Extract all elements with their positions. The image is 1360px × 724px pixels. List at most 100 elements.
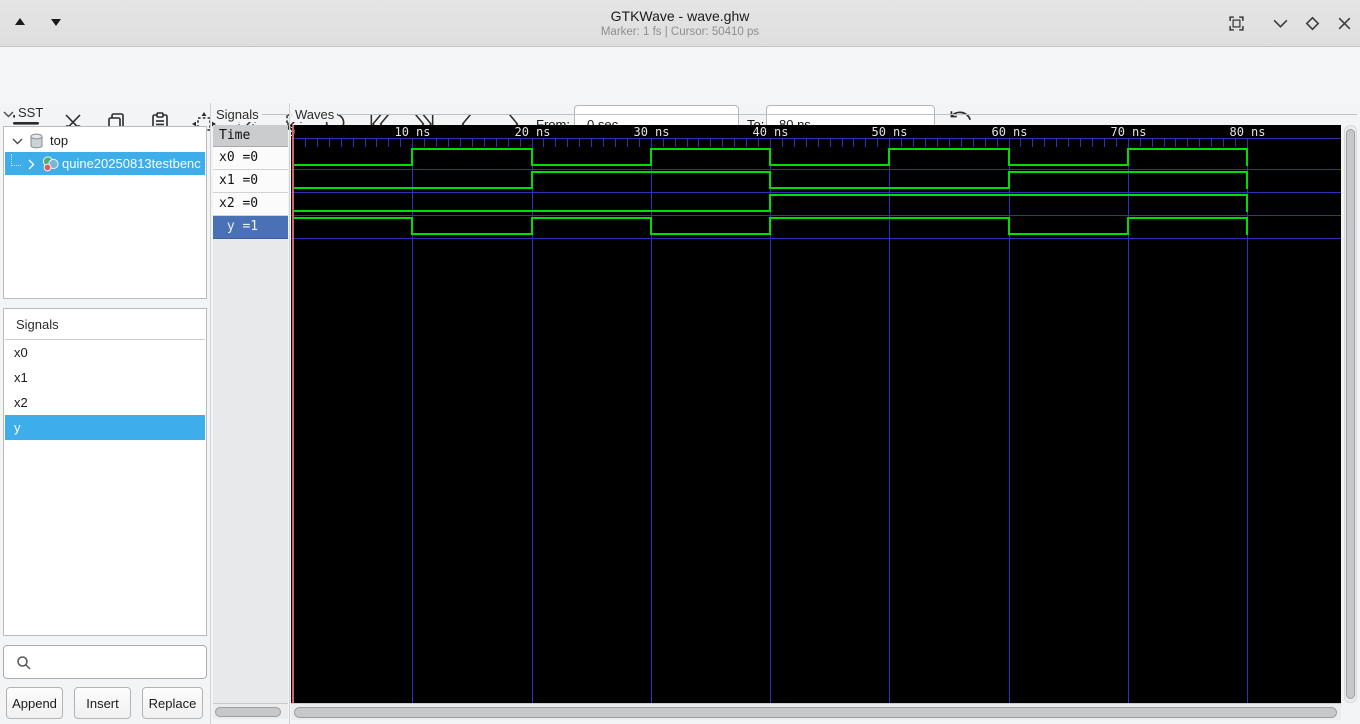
timeline-tick — [317, 139, 318, 147]
signal-list-item-x0[interactable]: x0 — [5, 340, 205, 365]
time-label-50-ns: 50 — [871, 125, 886, 139]
titlebar: GTKWave - wave.ghw Marker: 1 fs | Cursor… — [0, 0, 1360, 47]
timeline-tick — [1164, 139, 1165, 147]
waves-header: Waves — [292, 107, 338, 122]
wave-x1-seg — [1009, 171, 1128, 173]
sst-expander-icon[interactable] — [3, 110, 14, 118]
timeline-tick — [496, 139, 497, 147]
wave-x2-edge — [1246, 194, 1248, 212]
timeline-tick — [877, 139, 878, 147]
timeline-tick — [961, 139, 962, 147]
replace-button[interactable]: Replace — [142, 687, 203, 719]
timeline-tick — [842, 139, 843, 147]
signal-list-item-x2[interactable]: x2 — [5, 390, 205, 415]
timeline-tick — [985, 139, 986, 147]
fullscreen-toggle-button[interactable] — [1228, 15, 1246, 33]
chevron-down-icon — [1273, 19, 1288, 28]
timeline-tick — [1116, 139, 1117, 147]
wave-x2-seg — [1009, 194, 1128, 196]
marker-cursor-status: Marker: 1 fs | Cursor: 50410 ps — [600, 26, 760, 38]
signal-list-item-y[interactable]: y — [5, 415, 205, 440]
row-separator-x0 — [291, 169, 1341, 170]
time-unit-60: ns — [1013, 125, 1028, 139]
timeline-tick — [1128, 139, 1129, 147]
time-label-60-ns: 60 — [991, 125, 1006, 139]
time-label-40-ns: 40 — [752, 125, 767, 139]
signal-list-item-x1[interactable]: x1 — [5, 365, 205, 390]
time-label-20-ns: 20 — [514, 125, 529, 139]
timeline-tick — [698, 139, 699, 147]
signal-name-x1[interactable]: x1 =0 — [213, 170, 288, 193]
timeline-tick — [412, 139, 413, 147]
signal-name-y[interactable]: y =1 — [213, 216, 288, 239]
timeline-tick — [830, 139, 831, 147]
process-spheres-icon — [42, 156, 59, 172]
maximize-button[interactable] — [1304, 15, 1322, 33]
waves-hscroll-thumb[interactable] — [294, 707, 1337, 718]
timeline-tick — [1020, 139, 1021, 147]
tree-item-top[interactable]: top — [5, 129, 205, 152]
wave-y-seg — [770, 217, 889, 219]
wave-x0-edge — [411, 148, 413, 166]
wave-x0-seg — [1009, 164, 1128, 166]
timeline-tick — [1056, 139, 1057, 147]
wave-x1-seg — [293, 187, 412, 189]
wave-x1-edge — [1008, 171, 1010, 189]
names-hscroll-track — [213, 703, 288, 719]
signal-list-header: Signals — [5, 310, 205, 340]
names-hscroll-thumb[interactable] — [215, 707, 281, 717]
wave-y-edge — [769, 217, 771, 235]
timeline-tick — [1152, 139, 1153, 147]
tree-item-label: top — [50, 133, 69, 148]
signal-filter-input[interactable] — [38, 647, 203, 677]
left-splitter[interactable] — [210, 103, 211, 724]
fullscreen-icon — [1229, 16, 1244, 31]
wave-x2-seg — [770, 194, 889, 196]
wave-x1-edge — [1246, 171, 1248, 189]
time-unit-30: ns — [655, 125, 670, 139]
timeline-tick — [746, 139, 747, 147]
expander-down-icon — [12, 138, 23, 145]
time-unit-40: ns — [774, 125, 789, 139]
waves-vscroll-thumb[interactable] — [1346, 129, 1355, 699]
wave-y-seg — [889, 217, 1009, 219]
gridline-50ns — [889, 138, 890, 703]
names-splitter[interactable] — [289, 103, 290, 724]
tree-item-testbench[interactable]: quine20250813testbenc — [5, 152, 205, 175]
timeline-tick — [889, 139, 890, 147]
timeline-tick — [901, 139, 902, 147]
wave-x1-seg — [889, 187, 1009, 189]
timeline-tick — [520, 139, 521, 147]
wave-y-seg — [532, 217, 651, 219]
signal-search-list: x0 x1 x2 y — [5, 340, 205, 634]
signal-search-panel: Signals x0 x1 x2 y — [3, 308, 207, 636]
wave-x0-edge — [1246, 148, 1248, 166]
timeline-tick — [770, 139, 771, 147]
timeline-tick — [460, 139, 461, 147]
close-button[interactable] — [1336, 15, 1354, 33]
signal-name-x0[interactable]: x0 =0 — [213, 147, 288, 170]
toolbar: From: To: — [0, 48, 1360, 143]
row-separator-x1 — [291, 192, 1341, 193]
timeline-tick — [949, 139, 950, 147]
timeline-tick — [1175, 139, 1176, 147]
minimize-button[interactable] — [1272, 15, 1290, 33]
time-label-80-ns: 80 — [1229, 125, 1244, 139]
timeline-tick — [448, 139, 449, 147]
wave-y-edge — [1127, 217, 1129, 235]
timeline-tick — [424, 139, 425, 147]
wave-x1-seg — [1128, 171, 1247, 173]
wave-x1-edge — [531, 171, 533, 189]
append-button[interactable]: Append — [6, 687, 63, 719]
signal-name-x2[interactable]: x2 =0 — [213, 193, 288, 216]
wave-x0-seg — [412, 148, 532, 150]
names-header: Signals — [213, 107, 262, 122]
wave-canvas[interactable]: 010ns20ns30ns40ns50ns60ns70ns80ns — [291, 125, 1341, 703]
wave-y-seg — [293, 217, 412, 219]
wave-x0-seg — [1128, 148, 1247, 150]
timeline-tick — [472, 139, 473, 147]
marker-line — [292, 125, 294, 703]
wave-x0-seg — [293, 164, 412, 166]
timeline-tick — [687, 139, 688, 147]
insert-button[interactable]: Insert — [74, 687, 131, 719]
